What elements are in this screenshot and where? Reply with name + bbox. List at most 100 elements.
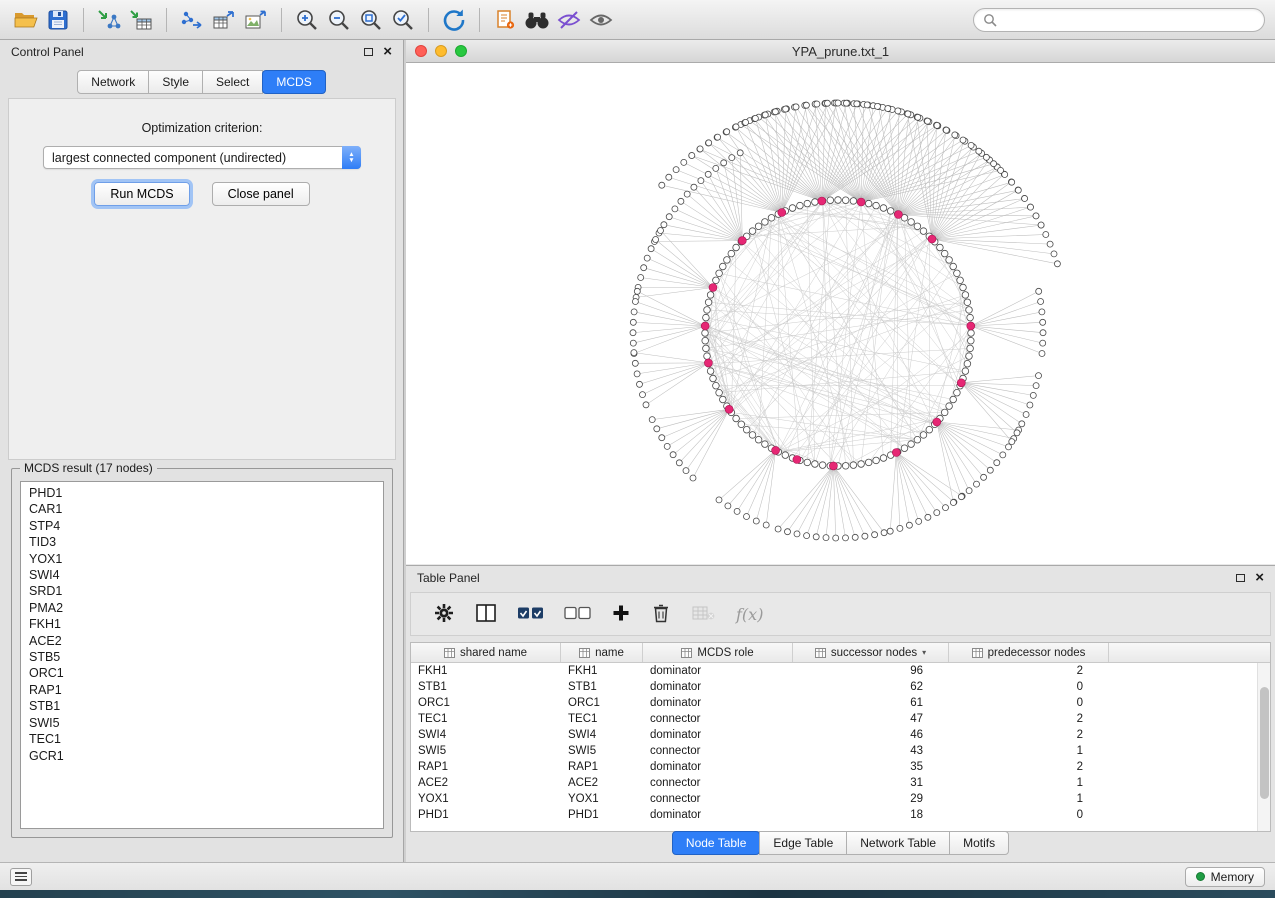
open-file-button[interactable] — [10, 4, 42, 36]
table-cell: dominator — [643, 665, 793, 677]
maximize-window-icon[interactable] — [455, 45, 467, 57]
zoom-out-button[interactable] — [323, 4, 355, 36]
memory-button[interactable]: Memory — [1185, 867, 1265, 887]
mcds-result-item[interactable]: STB5 — [21, 649, 383, 665]
mcds-result-item[interactable]: FKH1 — [21, 616, 383, 632]
table-row[interactable]: PHD1PHD1dominator180 — [411, 807, 1270, 823]
export-image-icon — [243, 8, 269, 32]
table-row[interactable]: TEC1TEC1connector472 — [411, 711, 1270, 727]
table-row[interactable]: FKH1FKH1dominator962 — [411, 663, 1270, 679]
save-session-button[interactable] — [42, 4, 74, 36]
mcds-result-item[interactable]: ORC1 — [21, 665, 383, 681]
show-panels-button[interactable] — [585, 4, 617, 36]
export-network-button[interactable] — [176, 4, 208, 36]
table-row[interactable]: RAP1RAP1dominator352 — [411, 759, 1270, 775]
import-network-button[interactable] — [93, 4, 125, 36]
tab-network-table[interactable]: Network Table — [846, 831, 950, 855]
mcds-result-item[interactable]: PHD1 — [21, 485, 383, 501]
optimization-criterion-dropdown[interactable]: largest connected component (undirected)… — [43, 146, 361, 169]
control-panel-title: Control Panel — [11, 45, 84, 59]
close-window-icon[interactable] — [415, 45, 427, 57]
table-body: FKH1FKH1dominator962STB1STB1dominator620… — [411, 663, 1270, 823]
table-row[interactable]: ACE2ACE2connector311 — [411, 775, 1270, 791]
mcds-result-item[interactable]: GCR1 — [21, 748, 383, 764]
toolbar-icon-groups — [10, 4, 617, 36]
network-window-titlebar[interactable]: YPA_prune.txt_1 — [406, 40, 1275, 63]
deselect-all-icon — [564, 604, 591, 622]
dropdown-selected-value: largest connected component (undirected) — [44, 151, 342, 165]
tab-node-table[interactable]: Node Table — [672, 831, 761, 855]
mcds-result-item[interactable]: SWI4 — [21, 567, 383, 583]
control-panel-titlebar: Control Panel × — [0, 40, 403, 64]
export-table-button[interactable] — [208, 4, 240, 36]
close-mcds-panel-button[interactable]: Close panel — [212, 182, 310, 206]
mcds-result-list[interactable]: PHD1CAR1STP4TID3YOX1SWI4SRD1PMA2FKH1ACE2… — [20, 481, 384, 829]
mcds-result-item[interactable]: RAP1 — [21, 682, 383, 698]
network-canvas[interactable] — [406, 63, 1275, 563]
tab-mcds[interactable]: MCDS — [262, 70, 325, 94]
table-cell: YOX1 — [411, 793, 561, 805]
column-header-successor-nodes[interactable]: successor nodes▾ — [793, 643, 949, 662]
table-import-table-disabled-button[interactable] — [691, 604, 716, 625]
tab-style[interactable]: Style — [148, 70, 203, 94]
mcds-result-item[interactable]: PMA2 — [21, 600, 383, 616]
mcds-result-item[interactable]: SWI5 — [21, 715, 383, 731]
mcds-result-item[interactable]: TEC1 — [21, 731, 383, 747]
mcds-result-item[interactable]: CAR1 — [21, 501, 383, 517]
table-cell: 2 — [949, 665, 1109, 677]
table-add-row-button[interactable] — [611, 603, 631, 626]
toolbar-separator — [428, 8, 429, 32]
table-delete-rows-button[interactable] — [651, 602, 671, 627]
column-header-shared-name[interactable]: shared name — [411, 643, 561, 662]
column-header-MCDS-role[interactable]: MCDS role — [643, 643, 793, 662]
search-box[interactable] — [973, 8, 1265, 32]
close-table-panel-icon[interactable]: × — [1255, 572, 1264, 584]
table-show-columns-button[interactable] — [475, 603, 497, 626]
search-input[interactable] — [1003, 13, 1255, 27]
mcds-result-item[interactable]: STB1 — [21, 698, 383, 714]
table-cell: PHD1 — [411, 809, 561, 821]
mcds-result-item[interactable]: YOX1 — [21, 551, 383, 567]
table-cell: 2 — [949, 729, 1109, 741]
hide-panels-button[interactable] — [553, 4, 585, 36]
table-row[interactable]: YOX1YOX1connector291 — [411, 791, 1270, 807]
mcds-result-item[interactable]: TID3 — [21, 534, 383, 550]
scrollbar-thumb[interactable] — [1260, 687, 1269, 799]
table-row[interactable]: STB1STB1dominator620 — [411, 679, 1270, 695]
table-scrollbar[interactable] — [1257, 663, 1270, 831]
zoom-in-button[interactable] — [291, 4, 323, 36]
mcds-result-item[interactable]: STP4 — [21, 518, 383, 534]
close-panel-icon[interactable]: × — [383, 46, 392, 58]
table-row[interactable]: SWI4SWI4dominator462 — [411, 727, 1270, 743]
table-deselect-all-button[interactable] — [564, 604, 591, 625]
float-table-panel-icon[interactable] — [1236, 574, 1245, 582]
tab-edge-table[interactable]: Edge Table — [759, 831, 847, 855]
column-header-predecessor-nodes[interactable]: predecessor nodes — [949, 643, 1109, 662]
tab-network[interactable]: Network — [77, 70, 149, 94]
zoom-fit-button[interactable] — [355, 4, 387, 36]
mcds-result-item[interactable]: SRD1 — [21, 583, 383, 599]
run-mcds-button[interactable]: Run MCDS — [94, 182, 189, 206]
export-image-button[interactable] — [240, 4, 272, 36]
clone-network-button[interactable] — [489, 4, 521, 36]
zoom-out-icon — [326, 7, 352, 33]
function-builder-button[interactable]: f(x) — [736, 605, 763, 624]
import-table-button[interactable] — [125, 4, 157, 36]
table-table-settings-button[interactable] — [433, 602, 455, 627]
refresh-layout-button[interactable] — [438, 4, 470, 36]
mcds-result-item[interactable]: ACE2 — [21, 633, 383, 649]
table-row[interactable]: SWI5SWI5connector431 — [411, 743, 1270, 759]
tab-motifs[interactable]: Motifs — [949, 831, 1009, 855]
column-header-name[interactable]: name — [561, 643, 643, 662]
table-row[interactable]: ORC1ORC1dominator610 — [411, 695, 1270, 711]
table-select-all-button[interactable] — [517, 604, 544, 625]
panel-toggle-button[interactable] — [10, 868, 32, 886]
tab-select[interactable]: Select — [202, 70, 263, 94]
zoom-selected-button[interactable] — [387, 4, 419, 36]
toolbar-separator — [281, 8, 282, 32]
control-panel-tabs: NetworkStyleSelectMCDS — [0, 70, 403, 94]
show-panels-icon — [588, 8, 614, 32]
float-panel-icon[interactable] — [364, 48, 373, 56]
minimize-window-icon[interactable] — [435, 45, 447, 57]
find-button[interactable] — [521, 4, 553, 36]
